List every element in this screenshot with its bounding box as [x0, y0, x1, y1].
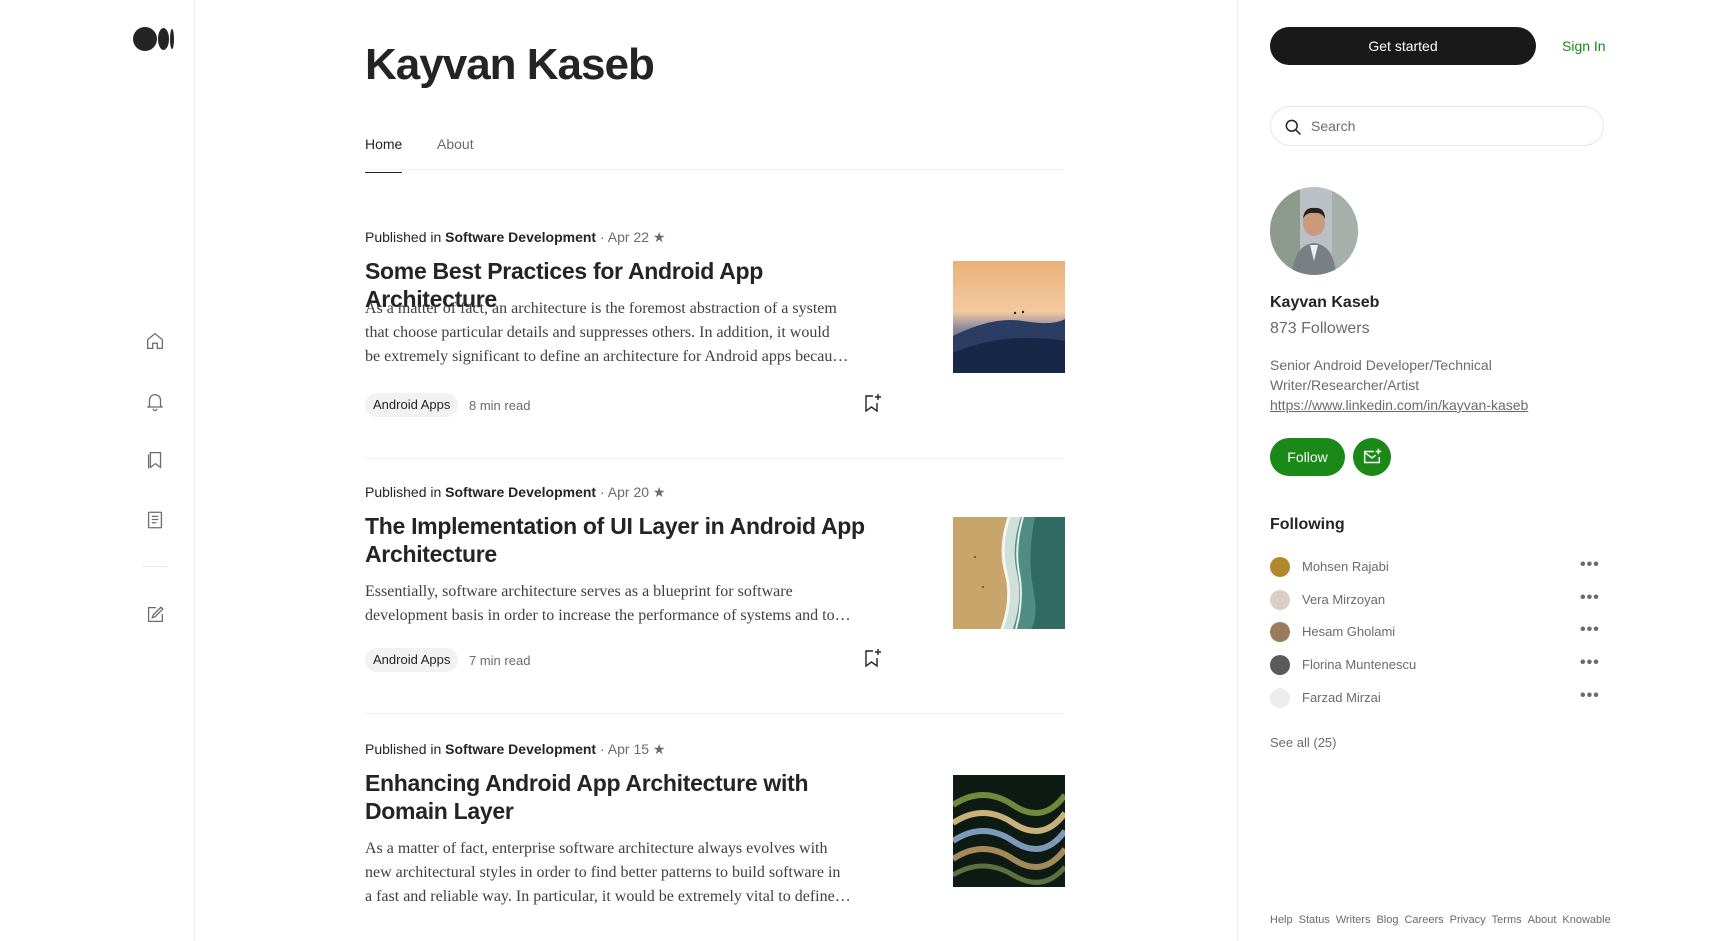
member-star-icon: ★ [652, 741, 666, 757]
more-options-icon[interactable]: ••• [1580, 589, 1600, 607]
write-icon[interactable] [142, 602, 168, 628]
following-heading: Following [1270, 516, 1345, 533]
publication-link[interactable]: Software Development [445, 229, 596, 245]
footer-link-status[interactable]: Status [1299, 914, 1330, 926]
member-star-icon: ★ [652, 229, 666, 245]
article-date: · Apr 20 [600, 484, 650, 500]
avatar [1270, 688, 1290, 708]
search-icon [1283, 117, 1303, 137]
footer-link-privacy[interactable]: Privacy [1450, 914, 1486, 926]
article-card[interactable]: Published in Software Development · Apr … [365, 741, 1068, 941]
bookmark-icon[interactable] [860, 646, 884, 670]
rail-divider [143, 566, 167, 567]
excerpt-line: As a matter of fact, an architecture is … [365, 300, 837, 317]
published-in-label: Published in [365, 741, 442, 757]
excerpt-line: Essentially, software architecture serve… [365, 583, 793, 600]
excerpt-line: be extremely significant to define an ar… [365, 348, 849, 365]
profile-name[interactable]: Kayvan Kaseb [1270, 294, 1379, 312]
left-rail [0, 0, 195, 941]
following-item[interactable]: Hesam Gholami ••• [1270, 621, 1600, 643]
bio-text: Senior Android Developer/Technical Write… [1270, 357, 1492, 393]
follow-button[interactable]: Follow [1270, 438, 1345, 476]
notifications-icon[interactable] [142, 388, 168, 414]
article-excerpt[interactable]: Essentially, software architecture serve… [365, 580, 895, 628]
article-meta: Published in Software Development · Apr … [365, 484, 665, 501]
published-in-label: Published in [365, 484, 442, 500]
more-options-icon[interactable]: ••• [1580, 654, 1600, 672]
right-sidebar: Get started Sign In Kayvan Kaseb 873 Fol… [1237, 0, 1709, 941]
following-name[interactable]: Mohsen Rajabi [1302, 559, 1389, 574]
article-thumbnail[interactable] [953, 261, 1065, 373]
article-thumbnail[interactable] [953, 516, 1065, 630]
tab-home[interactable]: Home [365, 136, 403, 173]
mail-plus-icon [1363, 448, 1382, 464]
more-options-icon[interactable]: ••• [1580, 687, 1600, 705]
excerpt-line: development basis in order to increase t… [365, 607, 851, 624]
search-box[interactable] [1270, 106, 1604, 146]
following-item[interactable]: Mohsen Rajabi ••• [1270, 556, 1600, 578]
see-all-link[interactable]: See all (25) [1270, 735, 1336, 750]
home-icon[interactable] [142, 328, 168, 354]
member-star-icon: ★ [652, 484, 666, 500]
footer-link-help[interactable]: Help [1270, 914, 1293, 926]
article-meta: Published in Software Development · Apr … [365, 741, 665, 758]
tab-about[interactable]: About [437, 136, 474, 172]
sign-in-link[interactable]: Sign In [1562, 38, 1606, 54]
following-item[interactable]: Farzad Mirzai ••• [1270, 687, 1600, 709]
read-time: 8 min read [469, 398, 531, 413]
footer-link-blog[interactable]: Blog [1376, 914, 1398, 926]
excerpt-line: new architectural styles in order to fin… [365, 864, 841, 881]
excerpt-line: a fast and reliable way. In particular, … [365, 888, 851, 905]
excerpt-line: As a matter of fact, enterprise software… [365, 840, 828, 857]
article-date: · Apr 15 [600, 741, 650, 757]
bookmark-icon[interactable] [860, 391, 884, 415]
footer-link-knowable[interactable]: Knowable [1562, 914, 1610, 926]
article-excerpt[interactable]: As a matter of fact, an architecture is … [365, 297, 895, 369]
footer-link-terms[interactable]: Terms [1492, 914, 1522, 926]
avatar[interactable] [1270, 187, 1358, 275]
stories-icon[interactable] [142, 507, 168, 533]
following-name[interactable]: Farzad Mirzai [1302, 690, 1381, 705]
more-options-icon[interactable]: ••• [1580, 556, 1600, 574]
subscribe-email-button[interactable] [1353, 438, 1391, 476]
excerpt-line: that choose particular details and suppr… [365, 324, 830, 341]
article-card[interactable]: Published in Software Development · Apr … [365, 484, 1065, 714]
published-in-label: Published in [365, 229, 442, 245]
article-thumbnail[interactable] [951, 775, 1068, 887]
article-tag[interactable]: Android Apps [365, 393, 459, 417]
more-options-icon[interactable]: ••• [1580, 621, 1600, 639]
profile-tabs: Home About [365, 130, 1065, 173]
profile-bio: Senior Android Developer/Technical Write… [1270, 355, 1550, 415]
publication-link[interactable]: Software Development [445, 741, 596, 757]
article-excerpt[interactable]: As a matter of fact, enterprise software… [365, 837, 895, 909]
avatar [1270, 590, 1290, 610]
footer-links: Help Status Writers Blog Careers Privacy Terms… [1270, 912, 1611, 928]
library-icon[interactable] [142, 447, 168, 473]
article-title[interactable]: Enhancing Android App Architecture with … [365, 769, 895, 825]
get-started-button[interactable]: Get started [1270, 27, 1536, 65]
following-name[interactable]: Florina Muntenescu [1302, 657, 1416, 672]
following-name[interactable]: Hesam Gholami [1302, 624, 1395, 639]
publication-link[interactable]: Software Development [445, 484, 596, 500]
article-tag[interactable]: Android Apps [365, 648, 459, 672]
author-title: Kayvan Kaseb [365, 40, 655, 89]
avatar [1270, 655, 1290, 675]
avatar [1270, 557, 1290, 577]
article-title[interactable]: The Implementation of UI Layer in Androi… [365, 512, 895, 568]
search-input[interactable] [1311, 116, 1581, 136]
following-item[interactable]: Florina Muntenescu ••• [1270, 654, 1600, 676]
article-date: · Apr 22 [600, 229, 650, 245]
article-meta: Published in Software Development · Apr … [365, 229, 665, 246]
footer-link-about[interactable]: About [1528, 914, 1557, 926]
following-name[interactable]: Vera Mirzoyan [1302, 592, 1385, 607]
read-time: 7 min read [469, 653, 531, 668]
bio-link[interactable]: https://www.linkedin.com/in/kayvan-kaseb [1270, 395, 1550, 415]
footer-link-writers[interactable]: Writers [1336, 914, 1371, 926]
footer-link-careers[interactable]: Careers [1404, 914, 1443, 926]
avatar [1270, 622, 1290, 642]
following-item[interactable]: Vera Mirzoyan ••• [1270, 589, 1600, 611]
medium-logo-icon[interactable] [133, 27, 175, 51]
article-card[interactable]: Published in Software Development · Apr … [365, 229, 1065, 459]
followers-count[interactable]: 873 Followers [1270, 320, 1370, 338]
